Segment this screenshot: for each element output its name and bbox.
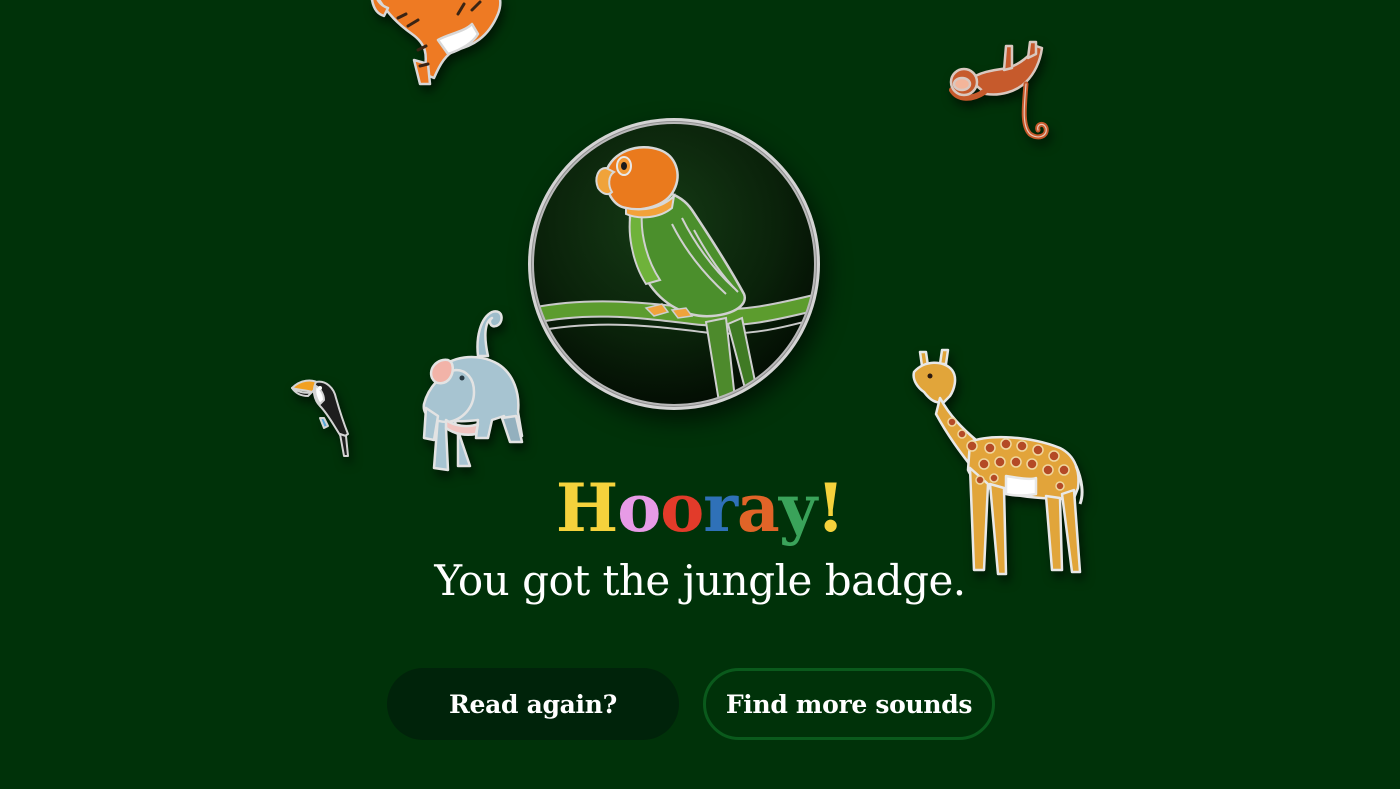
tiger-sticker [370, 0, 502, 86]
giraffe-sticker [912, 348, 1084, 576]
monkey-sticker [949, 40, 1049, 140]
find-more-sounds-label: Find more sounds [725, 689, 973, 719]
headline-letter: o [617, 469, 661, 547]
toucan-sticker [291, 379, 349, 457]
hooray-heading: Hooray! [0, 468, 1400, 548]
headline-letter: y [778, 469, 817, 547]
badge-message: You got the jungle badge. [434, 556, 966, 605]
headline-letter: a [737, 469, 780, 547]
elephant-sticker [422, 310, 524, 472]
read-again-button[interactable]: Read again? [387, 668, 679, 740]
headline-letter: r [703, 469, 738, 547]
headline-letter: o [660, 469, 704, 547]
read-again-label: Read again? [449, 689, 617, 719]
find-more-sounds-button[interactable]: Find more sounds [703, 668, 995, 740]
parrot-badge [522, 112, 826, 416]
completion-screen: Hooray! You got the jungle badge. Read a… [0, 0, 1400, 789]
headline-letter: H [555, 469, 618, 547]
headline-letter: ! [816, 469, 845, 547]
